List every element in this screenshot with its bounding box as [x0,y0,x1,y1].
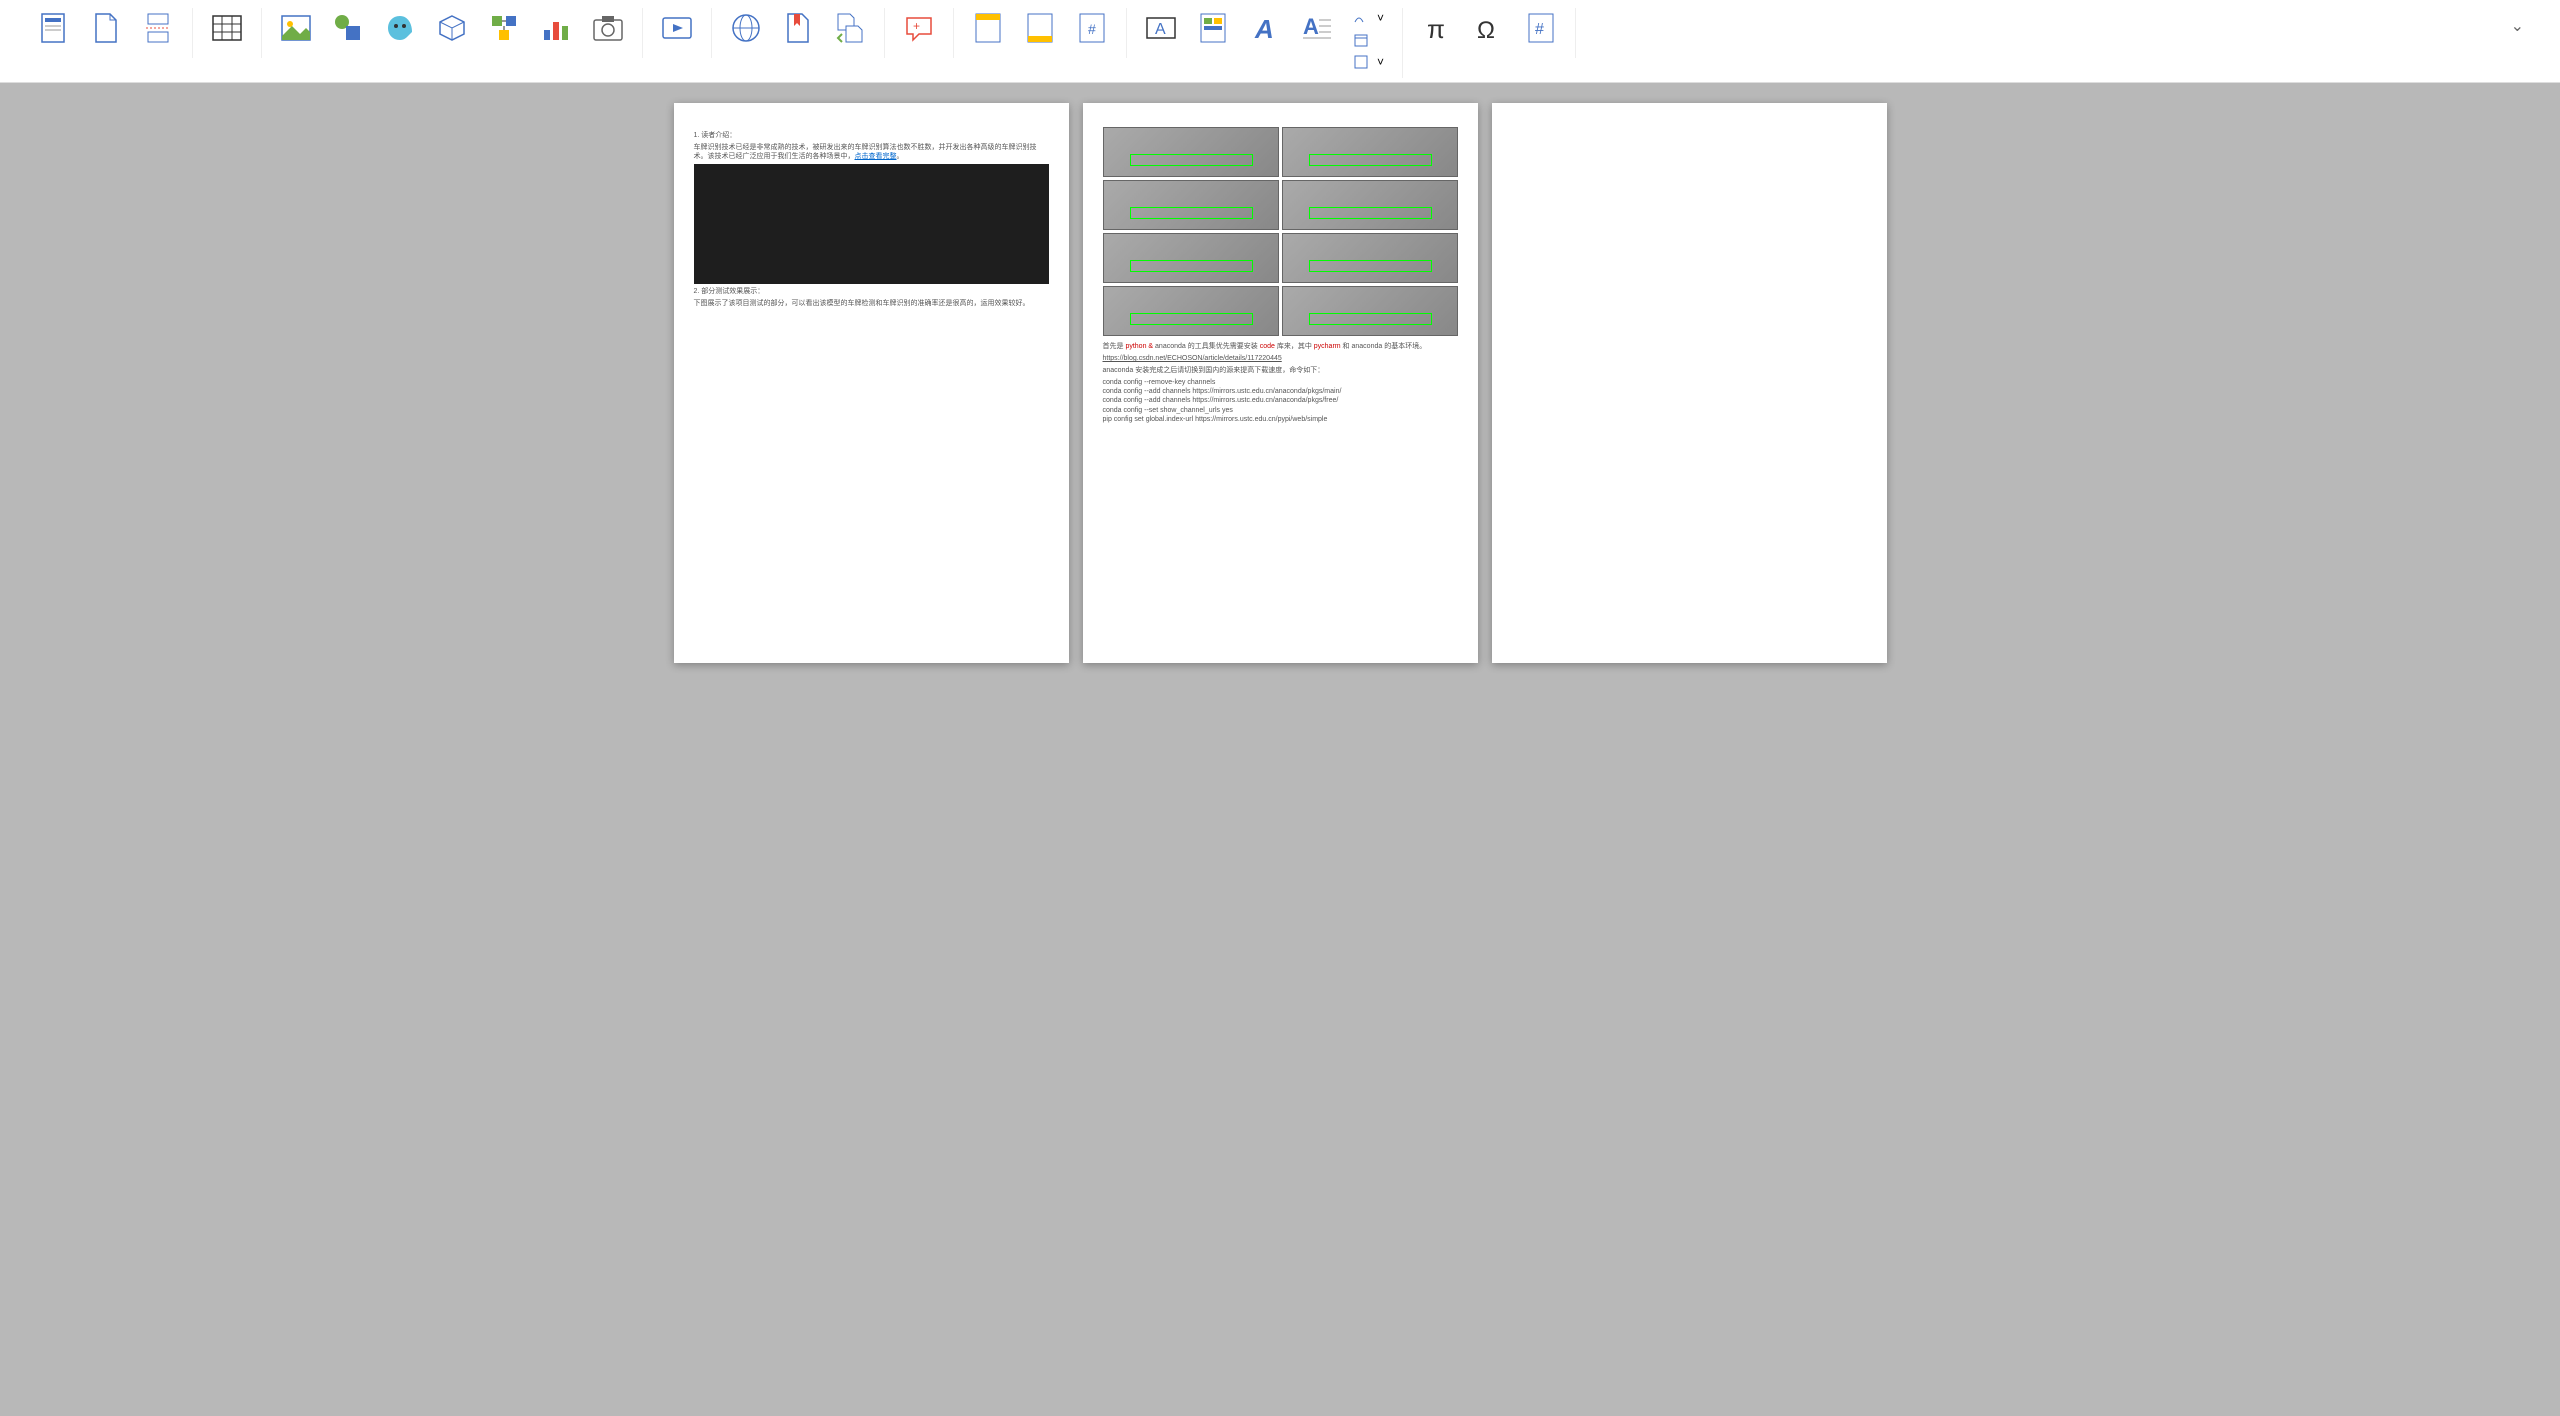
svg-text:A: A [1254,14,1274,44]
pagenum-icon: # [1076,12,1108,44]
crossref-button[interactable] [828,8,872,52]
video-icon [661,12,693,44]
page-thumbnail-2[interactable]: 首先是 python & anaconda 的工具集优先需要安装 code 库来… [1083,103,1478,663]
page-break-button[interactable] [136,8,180,52]
footer-button[interactable] [1018,8,1062,52]
footer-icon [1024,12,1056,44]
link-button[interactable] [724,8,768,52]
svg-text:A: A [1303,14,1319,39]
cover-page-button[interactable] [32,8,76,52]
cover-icon [38,12,70,44]
ribbon-group-media [643,8,712,58]
pi-icon: π [1421,12,1453,44]
bookmark-button[interactable] [776,8,820,52]
screenshot-button[interactable] [586,8,630,52]
svg-text:+: + [913,19,920,33]
text-stack: ˅ ˅ [1347,8,1390,72]
object-button[interactable]: ˅ [1347,52,1390,72]
page-thumbnail-3[interactable] [1492,103,1887,663]
quickparts-button[interactable] [1191,8,1235,52]
ribbon-group-links [712,8,885,58]
page1-text: 1. 读者介绍： [694,131,1049,140]
page2-image-grid [1103,127,1458,336]
ribbon-group-page [20,8,193,58]
collapse-ribbon-button[interactable]: ⌄ [2495,8,2540,44]
page2-code: conda config --remove-key channelsconda … [1103,378,1458,423]
equation-button[interactable]: π [1415,8,1459,52]
page2-text: anaconda 安装完成之后请切换到国内的源来提高下载速度，命令如下： [1103,366,1458,375]
blank-page-button[interactable] [84,8,128,52]
wordart-icon: A [1249,12,1281,44]
page-break-icon [142,12,174,44]
dropcap-button[interactable]: A [1295,8,1339,52]
ribbon-group-comments: + [885,8,954,58]
page1-code [694,164,1049,284]
omega-icon: Ω [1473,12,1505,44]
blank-page-icon [90,12,122,44]
page1-text: 下图展示了该项目测试的部分，可以看出该模型的车牌检测和车牌识别的准确率还是很高的… [694,299,1049,308]
dropcap-icon: A [1301,12,1333,44]
header-button[interactable] [966,8,1010,52]
number-button[interactable]: # [1519,8,1563,52]
page1-text: 2. 部分测试效果展示： [694,287,1049,296]
page1-text: 车牌识别技术已经是非常成熟的技术，被研发出来的车牌识别算法也数不胜数，并开发出各… [694,143,1049,161]
table-icon [211,12,243,44]
picture-icon [280,12,312,44]
shapes-button[interactable] [326,8,370,52]
link-icon [730,12,762,44]
page2-link: https://blog.csdn.net/ECHOSON/article/de… [1103,354,1458,363]
header-icon [972,12,1004,44]
svg-text:#: # [1535,21,1544,38]
textbox-button[interactable]: A [1139,8,1183,52]
sticker-icon [384,12,416,44]
svg-text:A: A [1155,21,1166,38]
hash-icon: # [1525,12,1557,44]
document-workspace[interactable]: 1. 读者介绍： 车牌识别技术已经是非常成熟的技术，被研发出来的车牌识别算法也数… [0,83,2560,1416]
comment-icon: + [903,12,935,44]
svg-text:Ω: Ω [1477,17,1495,44]
shapes-icon [332,12,364,44]
3d-model-button[interactable] [430,8,474,52]
svg-text:π: π [1427,14,1445,44]
signature-button[interactable]: ˅ [1347,8,1390,28]
page-thumbnail-1[interactable]: 1. 读者介绍： 车牌识别技术已经是非常成熟的技术，被研发出来的车牌识别算法也数… [674,103,1069,663]
ribbon-group-headerfooter: # [954,8,1127,58]
bookmark-icon [782,12,814,44]
symbol-button[interactable]: Ω [1467,8,1511,52]
cube-icon [436,12,468,44]
online-video-button[interactable] [655,8,699,52]
table-button[interactable] [205,8,249,52]
crossref-icon [834,12,866,44]
parts-icon [1197,12,1229,44]
chevron-down-icon: ⌄ [2511,18,2524,35]
ribbon-group-text: A A A ˅ ˅ [1127,8,1403,78]
chevron-down-icon: ˅ [1377,55,1384,69]
svg-text:#: # [1088,21,1096,37]
chart-button[interactable] [534,8,578,52]
wordart-button[interactable]: A [1243,8,1287,52]
camera-icon [592,12,624,44]
ribbon-insert-tab: + # A [0,0,2560,83]
pagenum-button[interactable]: # [1070,8,1114,52]
ribbon-group-table [193,8,262,58]
picture-button[interactable] [274,8,318,52]
smartart-button[interactable] [482,8,526,52]
chart-icon [540,12,572,44]
ribbon-group-illustrations [262,8,643,58]
ribbon-group-symbols: π Ω # [1403,8,1576,58]
icons-button[interactable] [378,8,422,52]
datetime-button[interactable] [1347,30,1390,50]
smartart-icon [488,12,520,44]
comment-button[interactable]: + [897,8,941,52]
chevron-down-icon: ˅ [1377,11,1384,25]
page2-text: 首先是 python & anaconda 的工具集优先需要安装 code 库来… [1103,342,1458,351]
textbox-icon: A [1145,12,1177,44]
